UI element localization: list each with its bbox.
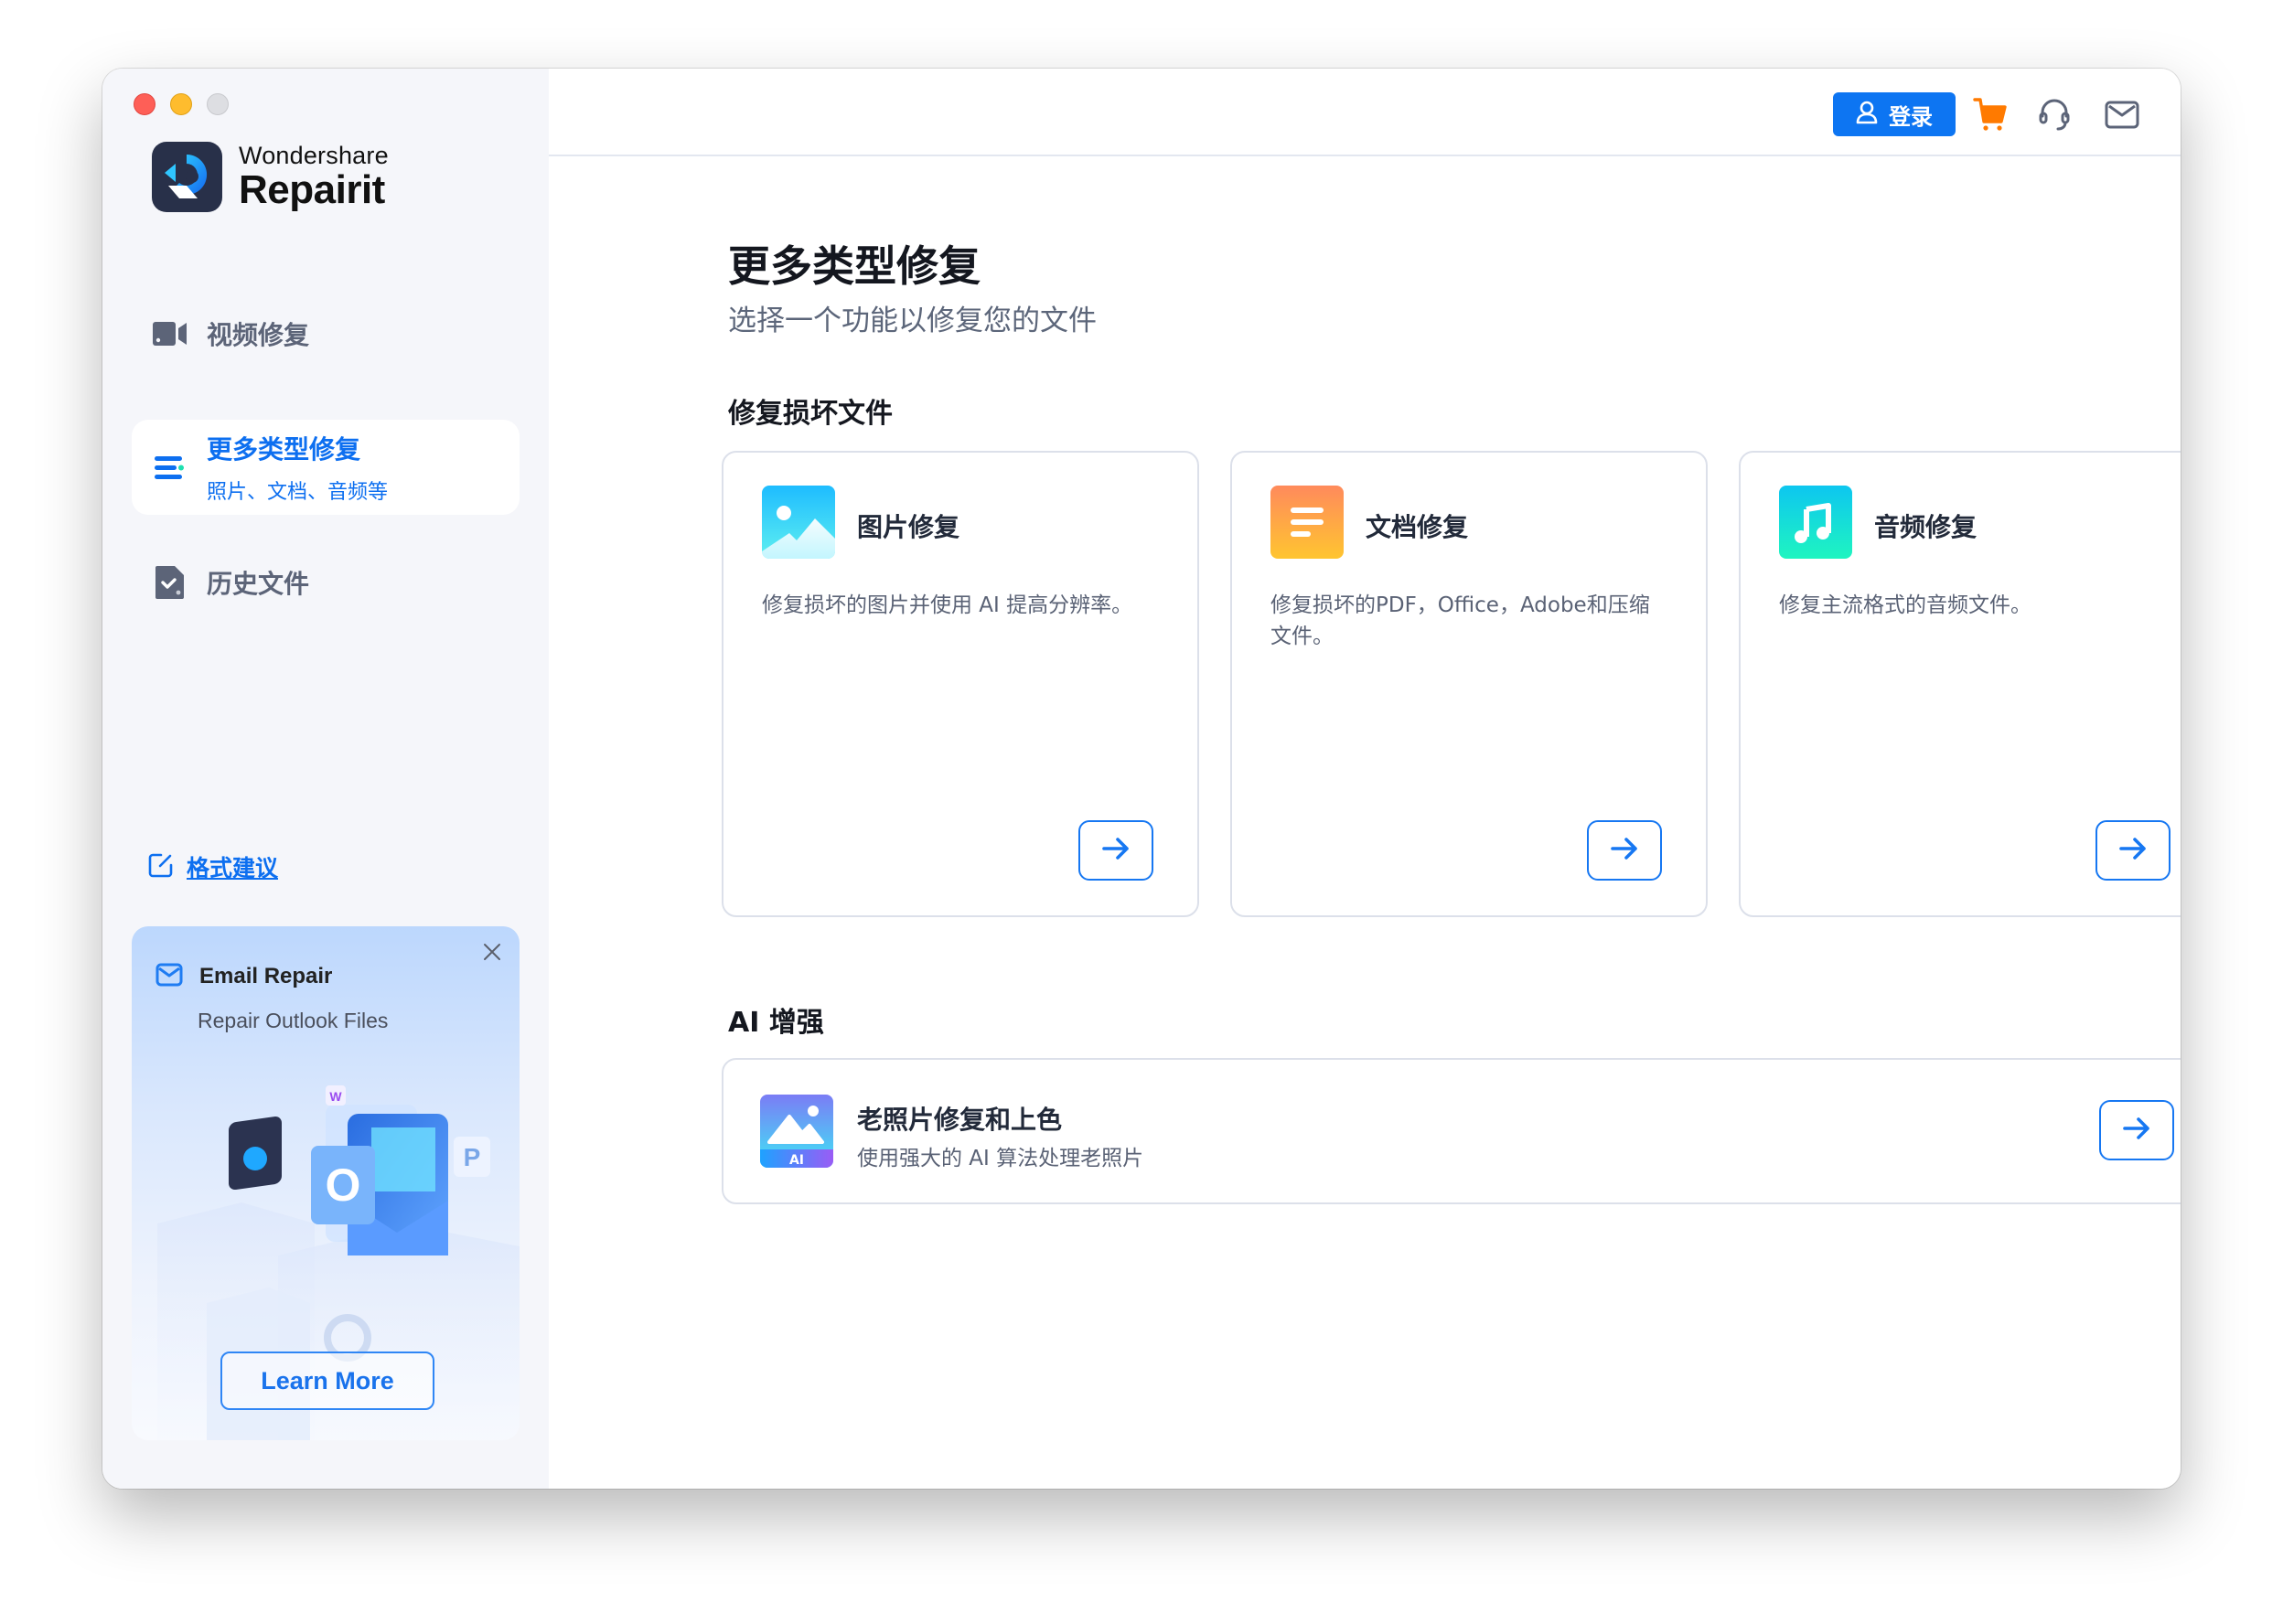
svg-text:W: W [329, 1089, 342, 1104]
sidebar-item-label: 视频修复 [207, 320, 310, 350]
learn-more-button[interactable]: Learn More [220, 1352, 434, 1410]
zoom-window-button[interactable] [207, 93, 229, 115]
card-old-photo-restoration[interactable]: AI 老照片修复和上色 使用强大的 AI 算法处理老照片 [722, 1058, 2181, 1204]
svg-text:O: O [326, 1159, 361, 1211]
format-suggestion-label: 格式建议 [187, 855, 279, 881]
card-description: 修复主流格式的音频文件。 [1779, 593, 2031, 617]
arrow-right-icon [1610, 837, 1639, 864]
svg-text:P: P [464, 1143, 481, 1171]
section-title-repair: 修复损坏文件 [728, 398, 893, 430]
app-window: Wondershare Repairit 视频修复 更多类型修复 照片、文档、音… [102, 69, 2181, 1489]
headset-icon[interactable] [2036, 96, 2073, 133]
document-repair-arrow-button[interactable] [1587, 820, 1662, 881]
card-title: 文档修复 [1366, 512, 1469, 542]
sidebar-item-label: 历史文件 [207, 569, 310, 599]
card-title: 图片修复 [857, 512, 960, 542]
promo-title: Email Repair [199, 964, 333, 988]
arrow-right-icon [2118, 837, 2148, 864]
photo-repair-arrow-button[interactable] [1078, 820, 1153, 881]
promo-subtitle: Repair Outlook Files [198, 1009, 389, 1032]
sidebar: Wondershare Repairit 视频修复 更多类型修复 照片、文档、音… [102, 69, 549, 1489]
sidebar-item-sublabel: 照片、文档、音频等 [207, 481, 389, 504]
ai-card-title: 老照片修复和上色 [857, 1105, 1063, 1135]
card-title: 音频修复 [1874, 512, 1978, 542]
old-photo-arrow-button[interactable] [2099, 1100, 2174, 1160]
history-file-icon [152, 564, 188, 601]
repairit-app-icon [229, 1116, 282, 1191]
card-description: 修复损坏的PDF，Office，Adobe和压缩文件。 [1270, 593, 1650, 648]
main-content: 登录 更多类型修复 选择一个功能以修复您的文件 修复损坏文件 图片修复 修复损坏… [549, 69, 2181, 1489]
section-title-ai: AI 增强 [728, 1007, 824, 1039]
login-label: 登录 [1889, 103, 1933, 130]
edit-icon [148, 852, 174, 881]
sidebar-item-label: 更多类型修复 [207, 434, 361, 465]
document-icon [1270, 486, 1344, 559]
login-button[interactable]: 登录 [1833, 92, 1956, 136]
audio-repair-arrow-button[interactable] [2095, 820, 2170, 881]
card-audio-repair[interactable]: 音频修复 修复主流格式的音频文件。 [1739, 451, 2181, 917]
page-subtitle: 选择一个功能以修复您的文件 [728, 304, 1097, 337]
video-camera-icon [152, 315, 188, 352]
arrow-right-icon [1101, 837, 1131, 864]
card-photo-repair[interactable]: 图片修复 修复损坏的图片并使用 AI 提高分辨率。 [722, 451, 1199, 917]
page-title: 更多类型修复 [728, 241, 981, 291]
mail-icon[interactable] [2104, 96, 2140, 133]
ai-card-description: 使用强大的 AI 算法处理老照片 [857, 1147, 1144, 1170]
minimize-window-button[interactable] [170, 93, 192, 115]
sidebar-item-more-types[interactable]: 更多类型修复 照片、文档、音频等 [132, 420, 520, 515]
close-window-button[interactable] [134, 93, 155, 115]
sidebar-item-history[interactable]: 历史文件 [132, 553, 520, 612]
image-icon [762, 486, 835, 559]
mail-icon [155, 963, 183, 990]
svg-text:AI: AI [789, 1153, 804, 1168]
card-description: 修复损坏的图片并使用 AI 提高分辨率。 [762, 593, 1133, 617]
cart-icon[interactable] [1972, 96, 2009, 133]
arrow-right-icon [2122, 1116, 2151, 1144]
music-note-icon [1779, 486, 1852, 559]
email-repair-promo: Email Repair Repair Outlook Files O P W … [132, 926, 520, 1440]
app-logo: Wondershare Repairit [152, 142, 389, 212]
sidebar-item-video-repair[interactable]: 视频修复 [132, 304, 520, 363]
top-bar: 登录 [549, 69, 2181, 156]
brand-name: Wondershare [239, 142, 389, 169]
repairit-logo-icon [152, 142, 222, 212]
close-icon[interactable] [479, 939, 505, 965]
ai-photo-icon: AI [760, 1095, 833, 1168]
card-document-repair[interactable]: 文档修复 修复损坏的PDF，Office，Adobe和压缩文件。 [1230, 451, 1708, 917]
list-icon [152, 449, 188, 486]
user-icon [1856, 101, 1878, 128]
format-suggestion-link[interactable]: 格式建议 [148, 850, 278, 883]
product-name: Repairit [239, 167, 385, 212]
